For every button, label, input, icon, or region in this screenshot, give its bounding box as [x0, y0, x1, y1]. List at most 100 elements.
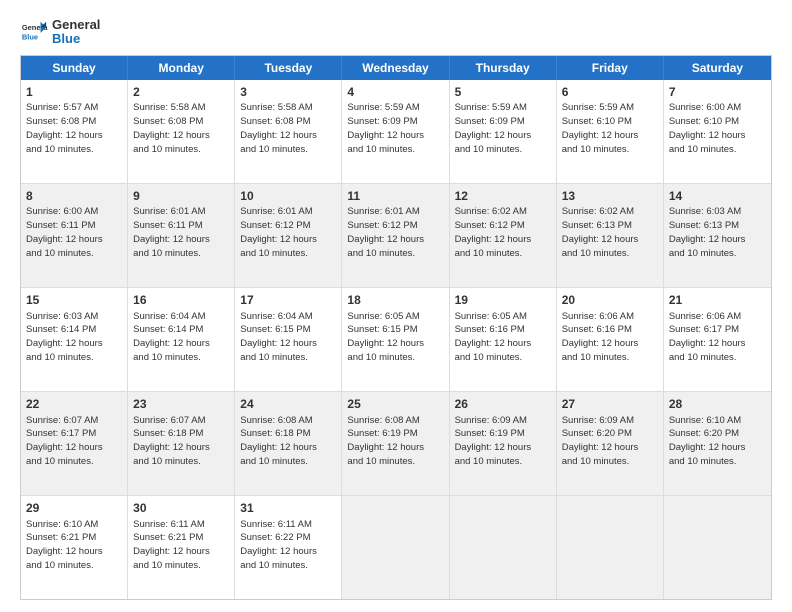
day-number: 28 — [669, 396, 766, 413]
day-info: Sunrise: 6:11 AM Sunset: 6:21 PM Dayligh… — [133, 518, 229, 573]
day-info: Sunrise: 6:05 AM Sunset: 6:15 PM Dayligh… — [347, 310, 443, 365]
day-number: 3 — [240, 84, 336, 101]
day-info: Sunrise: 6:04 AM Sunset: 6:15 PM Dayligh… — [240, 310, 336, 365]
day-info: Sunrise: 6:04 AM Sunset: 6:14 PM Dayligh… — [133, 310, 229, 365]
day-number: 1 — [26, 84, 122, 101]
day-number: 14 — [669, 188, 766, 205]
day-number: 27 — [562, 396, 658, 413]
day-number: 11 — [347, 188, 443, 205]
day-number: 6 — [562, 84, 658, 101]
cal-cell: 31Sunrise: 6:11 AM Sunset: 6:22 PM Dayli… — [235, 496, 342, 599]
header-day-saturday: Saturday — [664, 56, 771, 80]
cal-row-3: 15Sunrise: 6:03 AM Sunset: 6:14 PM Dayli… — [21, 287, 771, 391]
cal-cell: 16Sunrise: 6:04 AM Sunset: 6:14 PM Dayli… — [128, 288, 235, 391]
day-info: Sunrise: 6:07 AM Sunset: 6:17 PM Dayligh… — [26, 414, 122, 469]
cal-cell: 13Sunrise: 6:02 AM Sunset: 6:13 PM Dayli… — [557, 184, 664, 287]
day-number: 15 — [26, 292, 122, 309]
day-number: 31 — [240, 500, 336, 517]
day-number: 7 — [669, 84, 766, 101]
day-number: 23 — [133, 396, 229, 413]
day-info: Sunrise: 6:10 AM Sunset: 6:20 PM Dayligh… — [669, 414, 766, 469]
calendar: SundayMondayTuesdayWednesdayThursdayFrid… — [20, 55, 772, 600]
day-info: Sunrise: 6:08 AM Sunset: 6:18 PM Dayligh… — [240, 414, 336, 469]
day-info: Sunrise: 5:58 AM Sunset: 6:08 PM Dayligh… — [240, 101, 336, 156]
day-info: Sunrise: 6:03 AM Sunset: 6:14 PM Dayligh… — [26, 310, 122, 365]
cal-cell: 25Sunrise: 6:08 AM Sunset: 6:19 PM Dayli… — [342, 392, 449, 495]
day-info: Sunrise: 6:10 AM Sunset: 6:21 PM Dayligh… — [26, 518, 122, 573]
day-number: 5 — [455, 84, 551, 101]
day-info: Sunrise: 6:09 AM Sunset: 6:20 PM Dayligh… — [562, 414, 658, 469]
day-number: 22 — [26, 396, 122, 413]
cal-row-2: 8Sunrise: 6:00 AM Sunset: 6:11 PM Daylig… — [21, 183, 771, 287]
header-day-thursday: Thursday — [450, 56, 557, 80]
logo-blue: Blue — [52, 32, 100, 46]
cal-cell: 5Sunrise: 5:59 AM Sunset: 6:09 PM Daylig… — [450, 80, 557, 183]
cal-cell: 4Sunrise: 5:59 AM Sunset: 6:09 PM Daylig… — [342, 80, 449, 183]
cal-cell — [664, 496, 771, 599]
day-number: 19 — [455, 292, 551, 309]
day-info: Sunrise: 5:58 AM Sunset: 6:08 PM Dayligh… — [133, 101, 229, 156]
day-info: Sunrise: 6:02 AM Sunset: 6:12 PM Dayligh… — [455, 205, 551, 260]
cal-cell: 12Sunrise: 6:02 AM Sunset: 6:12 PM Dayli… — [450, 184, 557, 287]
day-info: Sunrise: 6:01 AM Sunset: 6:11 PM Dayligh… — [133, 205, 229, 260]
header: General Blue General Blue — [20, 18, 772, 47]
day-info: Sunrise: 6:09 AM Sunset: 6:19 PM Dayligh… — [455, 414, 551, 469]
day-number: 4 — [347, 84, 443, 101]
header-day-tuesday: Tuesday — [235, 56, 342, 80]
calendar-header: SundayMondayTuesdayWednesdayThursdayFrid… — [21, 56, 771, 80]
day-info: Sunrise: 5:59 AM Sunset: 6:09 PM Dayligh… — [347, 101, 443, 156]
cal-cell: 17Sunrise: 6:04 AM Sunset: 6:15 PM Dayli… — [235, 288, 342, 391]
cal-cell — [557, 496, 664, 599]
day-number: 21 — [669, 292, 766, 309]
cal-row-4: 22Sunrise: 6:07 AM Sunset: 6:17 PM Dayli… — [21, 391, 771, 495]
cal-cell: 30Sunrise: 6:11 AM Sunset: 6:21 PM Dayli… — [128, 496, 235, 599]
day-number: 2 — [133, 84, 229, 101]
cal-cell: 7Sunrise: 6:00 AM Sunset: 6:10 PM Daylig… — [664, 80, 771, 183]
day-number: 12 — [455, 188, 551, 205]
day-info: Sunrise: 6:06 AM Sunset: 6:16 PM Dayligh… — [562, 310, 658, 365]
cal-cell: 23Sunrise: 6:07 AM Sunset: 6:18 PM Dayli… — [128, 392, 235, 495]
cal-cell: 21Sunrise: 6:06 AM Sunset: 6:17 PM Dayli… — [664, 288, 771, 391]
cal-cell: 26Sunrise: 6:09 AM Sunset: 6:19 PM Dayli… — [450, 392, 557, 495]
header-day-wednesday: Wednesday — [342, 56, 449, 80]
day-info: Sunrise: 5:57 AM Sunset: 6:08 PM Dayligh… — [26, 101, 122, 156]
day-number: 8 — [26, 188, 122, 205]
day-number: 24 — [240, 396, 336, 413]
day-info: Sunrise: 6:00 AM Sunset: 6:11 PM Dayligh… — [26, 205, 122, 260]
cal-cell: 11Sunrise: 6:01 AM Sunset: 6:12 PM Dayli… — [342, 184, 449, 287]
calendar-body: 1Sunrise: 5:57 AM Sunset: 6:08 PM Daylig… — [21, 80, 771, 599]
day-number: 26 — [455, 396, 551, 413]
day-number: 29 — [26, 500, 122, 517]
cal-cell: 2Sunrise: 5:58 AM Sunset: 6:08 PM Daylig… — [128, 80, 235, 183]
day-info: Sunrise: 6:03 AM Sunset: 6:13 PM Dayligh… — [669, 205, 766, 260]
page: General Blue General Blue SundayMondayTu… — [0, 0, 792, 612]
cal-cell: 14Sunrise: 6:03 AM Sunset: 6:13 PM Dayli… — [664, 184, 771, 287]
cal-cell — [342, 496, 449, 599]
cal-cell: 10Sunrise: 6:01 AM Sunset: 6:12 PM Dayli… — [235, 184, 342, 287]
cal-cell: 6Sunrise: 5:59 AM Sunset: 6:10 PM Daylig… — [557, 80, 664, 183]
day-info: Sunrise: 6:11 AM Sunset: 6:22 PM Dayligh… — [240, 518, 336, 573]
cal-cell: 29Sunrise: 6:10 AM Sunset: 6:21 PM Dayli… — [21, 496, 128, 599]
cal-cell: 22Sunrise: 6:07 AM Sunset: 6:17 PM Dayli… — [21, 392, 128, 495]
cal-cell: 27Sunrise: 6:09 AM Sunset: 6:20 PM Dayli… — [557, 392, 664, 495]
day-info: Sunrise: 6:01 AM Sunset: 6:12 PM Dayligh… — [240, 205, 336, 260]
day-number: 20 — [562, 292, 658, 309]
day-info: Sunrise: 6:00 AM Sunset: 6:10 PM Dayligh… — [669, 101, 766, 156]
day-info: Sunrise: 5:59 AM Sunset: 6:10 PM Dayligh… — [562, 101, 658, 156]
day-number: 30 — [133, 500, 229, 517]
day-info: Sunrise: 6:08 AM Sunset: 6:19 PM Dayligh… — [347, 414, 443, 469]
day-info: Sunrise: 6:02 AM Sunset: 6:13 PM Dayligh… — [562, 205, 658, 260]
day-info: Sunrise: 6:01 AM Sunset: 6:12 PM Dayligh… — [347, 205, 443, 260]
day-number: 10 — [240, 188, 336, 205]
day-number: 18 — [347, 292, 443, 309]
day-info: Sunrise: 6:05 AM Sunset: 6:16 PM Dayligh… — [455, 310, 551, 365]
day-number: 17 — [240, 292, 336, 309]
logo-icon: General Blue — [20, 18, 48, 46]
header-day-sunday: Sunday — [21, 56, 128, 80]
cal-row-5: 29Sunrise: 6:10 AM Sunset: 6:21 PM Dayli… — [21, 495, 771, 599]
day-info: Sunrise: 5:59 AM Sunset: 6:09 PM Dayligh… — [455, 101, 551, 156]
day-info: Sunrise: 6:07 AM Sunset: 6:18 PM Dayligh… — [133, 414, 229, 469]
cal-cell: 8Sunrise: 6:00 AM Sunset: 6:11 PM Daylig… — [21, 184, 128, 287]
day-number: 16 — [133, 292, 229, 309]
cal-cell: 28Sunrise: 6:10 AM Sunset: 6:20 PM Dayli… — [664, 392, 771, 495]
